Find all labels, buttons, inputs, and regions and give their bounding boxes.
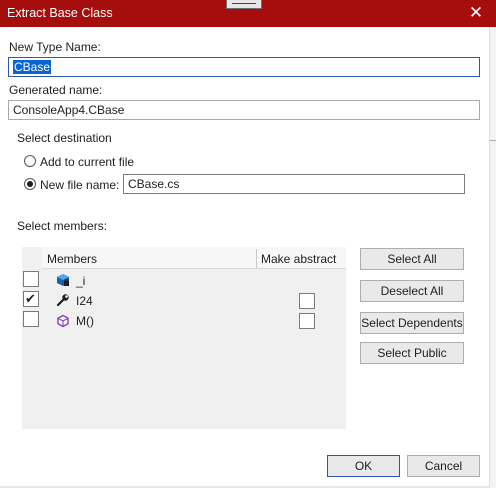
property-icon <box>56 294 69 307</box>
window-title: Extract Base Class <box>7 6 113 20</box>
add-to-current-file-radio[interactable] <box>24 155 36 167</box>
drag-grip[interactable] <box>226 0 262 9</box>
method-icon <box>57 314 69 328</box>
column-separator <box>256 249 257 268</box>
new-type-name-label: New Type Name: <box>9 40 101 54</box>
members-column-header[interactable]: Members <box>47 252 97 266</box>
background-window-divider <box>490 140 496 141</box>
select-members-heading: Select members: <box>17 219 108 233</box>
new-type-name-input[interactable]: CBase <box>8 57 480 77</box>
select-all-button[interactable]: Select All <box>360 248 464 270</box>
close-icon[interactable]: ✕ <box>462 3 490 23</box>
destination-heading: Select destination <box>17 131 112 145</box>
new-type-name-value: CBase <box>13 60 52 74</box>
add-to-current-file-label[interactable]: Add to current file <box>40 155 134 169</box>
member-name: I24 <box>76 294 93 308</box>
new-file-name-input[interactable]: CBase.cs <box>123 174 465 194</box>
ok-button[interactable]: OK <box>327 455 400 477</box>
member-name: _i <box>76 274 86 288</box>
field-icon <box>57 274 69 286</box>
cancel-button[interactable]: Cancel <box>407 455 480 477</box>
generated-name-label: Generated name: <box>9 83 103 97</box>
new-file-name-radio[interactable] <box>24 178 36 190</box>
make-abstract-column-header[interactable]: Make abstract <box>261 252 336 266</box>
generated-name-value: ConsoleApp4.CBase <box>13 103 125 117</box>
select-dependents-button[interactable]: Select Dependents <box>360 312 464 334</box>
members-grid[interactable] <box>22 247 346 429</box>
background-window-edge <box>489 27 496 488</box>
generated-name-field: ConsoleApp4.CBase <box>8 100 480 120</box>
new-file-name-value: CBase.cs <box>128 177 180 191</box>
make-abstract-checkbox[interactable] <box>299 293 315 309</box>
member-select-checkbox[interactable] <box>23 271 39 287</box>
member-select-checkbox[interactable] <box>23 291 39 307</box>
new-file-name-label[interactable]: New file name: <box>40 178 119 192</box>
select-public-button[interactable]: Select Public <box>360 342 464 364</box>
make-abstract-checkbox[interactable] <box>299 313 315 329</box>
member-name: M() <box>76 314 94 328</box>
deselect-all-button[interactable]: Deselect All <box>360 280 464 302</box>
member-select-checkbox[interactable] <box>23 311 39 327</box>
